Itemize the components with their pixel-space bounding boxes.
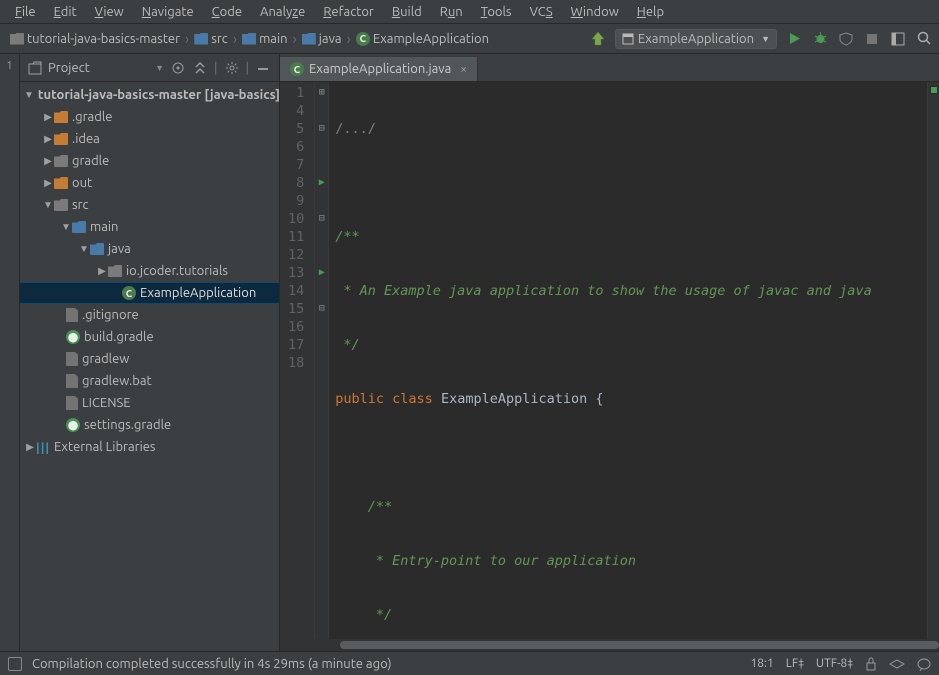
library-icon: [36, 441, 50, 453]
app-icon: [622, 33, 634, 45]
breadcrumb-class[interactable]: CExampleApplication: [352, 30, 493, 48]
collapse-all-button[interactable]: [192, 60, 208, 76]
menu-help[interactable]: Help: [628, 3, 673, 21]
project-panel-title[interactable]: Project: [48, 61, 149, 75]
tree-item-buildgradle[interactable]: ⬤build.gradle: [20, 326, 279, 348]
breadcrumb-main[interactable]: main: [238, 30, 291, 48]
tree-item-idea[interactable]: ▶.idea: [20, 128, 279, 150]
scroll-from-source-button[interactable]: [170, 60, 186, 76]
breadcrumb-sep: ›: [233, 31, 237, 46]
code-editor[interactable]: 1 4 5 6 7 8 9 10 11 12 13 14 15 16 17 18…: [280, 82, 939, 639]
hat-icon[interactable]: [889, 658, 905, 670]
tree-item-java[interactable]: ▼java: [20, 238, 279, 260]
tree-item-settings[interactable]: ⬤settings.gradle: [20, 414, 279, 436]
tab-example-application[interactable]: C ExampleApplication.java ×: [280, 56, 478, 81]
hide-button[interactable]: [255, 60, 271, 76]
no-errors-indicator: [930, 86, 938, 94]
tree-item-app-selected[interactable]: CExampleApplication: [20, 282, 279, 304]
tree-item-gradlew[interactable]: gradlew: [20, 348, 279, 370]
stop-button[interactable]: [863, 30, 881, 48]
tree-item-gitignore[interactable]: .gitignore: [20, 304, 279, 326]
file-encoding[interactable]: UTF-8‡: [816, 657, 853, 670]
navbar: tutorial-java-basics-master › src › main…: [0, 24, 939, 54]
tree-item-gradle[interactable]: ▶gradle: [20, 150, 279, 172]
editor-area: C ExampleApplication.java × 1 4 5 6 7 8 …: [280, 54, 939, 651]
tree-item-license[interactable]: LICENSE: [20, 392, 279, 414]
tree-item-gradle-hidden[interactable]: ▶.gradle: [20, 106, 279, 128]
menu-analyze[interactable]: Analyze: [251, 3, 314, 21]
settings-gear-icon[interactable]: [224, 60, 240, 76]
search-everywhere-button[interactable]: [915, 30, 933, 48]
horizontal-scrollbar[interactable]: [280, 639, 939, 651]
line-separator[interactable]: LF‡: [786, 657, 804, 670]
breadcrumb-sep: ›: [185, 31, 189, 46]
menu-run[interactable]: Run: [431, 3, 472, 21]
layout-button[interactable]: [889, 30, 907, 48]
tree-external-libs[interactable]: ▶External Libraries: [20, 436, 279, 458]
tree-item-out[interactable]: ▶out: [20, 172, 279, 194]
menu-tools[interactable]: Tools: [472, 3, 521, 21]
debug-button[interactable]: [811, 30, 829, 48]
run-button[interactable]: [785, 30, 803, 48]
menu-view[interactable]: View: [86, 3, 133, 21]
menu-navigate[interactable]: Navigate: [133, 3, 203, 21]
tree-item-main[interactable]: ▼main: [20, 216, 279, 238]
notifications-icon[interactable]: [917, 657, 931, 671]
editor-error-stripe[interactable]: [927, 82, 939, 639]
run-gutter-icon[interactable]: ▶: [315, 264, 328, 282]
separator: |: [214, 61, 218, 75]
menu-refactor[interactable]: Refactor: [314, 3, 383, 21]
run-config-select[interactable]: ExampleApplication ▼: [615, 29, 777, 49]
project-panel-header: Project ▼ | |: [20, 54, 279, 82]
tool-windows-icon[interactable]: [8, 657, 22, 671]
tree-root[interactable]: ▼tutorial-java-basics-master [java-basic…: [20, 84, 279, 106]
breadcrumb-sep: ›: [293, 31, 297, 46]
menubar: File Edit View Navigate Code Analyze Ref…: [0, 0, 939, 24]
caret-position[interactable]: 18:1: [751, 657, 774, 670]
project-tree[interactable]: ▼tutorial-java-basics-master [java-basic…: [20, 82, 279, 651]
editor-tabs: C ExampleApplication.java ×: [280, 54, 939, 82]
coverage-button[interactable]: [837, 30, 855, 48]
project-panel: Project ▼ | | ▼tutorial-java-basics-mast…: [20, 54, 280, 651]
tree-item-src[interactable]: ▼src: [20, 194, 279, 216]
menu-edit[interactable]: Edit: [45, 3, 86, 21]
breadcrumb-src[interactable]: src: [190, 30, 232, 48]
tool-strip-left: 1: [0, 54, 20, 651]
close-icon[interactable]: ×: [460, 63, 467, 76]
breadcrumb-project[interactable]: tutorial-java-basics-master: [6, 30, 184, 48]
menu-build[interactable]: Build: [383, 3, 431, 21]
gutter-marks[interactable]: ⊞ ⊟ ▶ ⊟ ▶ ⊟: [315, 82, 329, 639]
separator: |: [246, 61, 250, 75]
menu-vcs[interactable]: VCS: [521, 3, 562, 21]
tree-item-package[interactable]: ▶io.jcoder.tutorials: [20, 260, 279, 282]
code-content[interactable]: /.../ /** * An Example java application …: [329, 82, 927, 639]
statusbar: Compilation completed successfully in 4s…: [0, 651, 939, 675]
menu-file[interactable]: File: [6, 3, 45, 21]
chevron-down-icon[interactable]: ▼: [155, 63, 164, 73]
tool-window-project-number[interactable]: 1: [6, 60, 12, 72]
breadcrumb-java[interactable]: java: [298, 30, 346, 48]
menu-window[interactable]: Window: [562, 3, 628, 21]
lock-icon[interactable]: [865, 657, 877, 671]
class-icon: C: [290, 62, 304, 76]
scrollbar-thumb[interactable]: [340, 641, 939, 649]
project-icon: [28, 61, 42, 75]
menu-code[interactable]: Code: [203, 3, 251, 21]
status-message: Compilation completed successfully in 4s…: [32, 657, 741, 671]
line-gutter[interactable]: 1 4 5 6 7 8 9 10 11 12 13 14 15 16 17 18: [280, 82, 315, 639]
run-gutter-icon[interactable]: ▶: [315, 174, 328, 192]
tree-item-gradlewbat[interactable]: gradlew.bat: [20, 370, 279, 392]
build-button[interactable]: [589, 30, 607, 48]
breadcrumb-sep: ›: [347, 31, 351, 46]
